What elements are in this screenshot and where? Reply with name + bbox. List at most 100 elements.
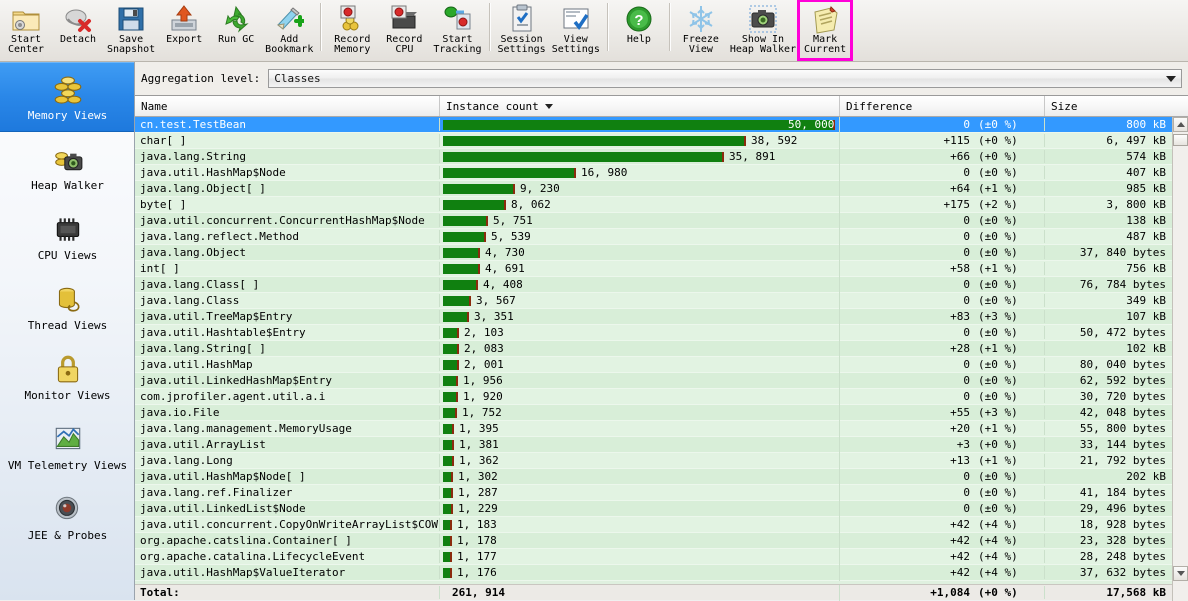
difference-value: +115: [943, 134, 971, 147]
difference-percent: (±0 %): [978, 486, 1018, 499]
cell-class-name: java.lang.Long: [135, 454, 440, 467]
cell-class-name: java.lang.management.MemoryUsage: [135, 422, 440, 435]
toolbar-button-start-tracking[interactable]: Start Tracking: [430, 1, 484, 59]
instance-count-value: 4, 730: [485, 245, 525, 259]
sidebar-item-cpu-views[interactable]: CPU Views: [0, 202, 134, 272]
difference-value: +42: [950, 534, 970, 547]
table-row[interactable]: java.util.HashMap$ValueIterator 1, 176 +42…: [135, 564, 1172, 581]
cell-instance-count: 16, 980: [440, 164, 840, 181]
toolbar-button-start-center[interactable]: Start Center: [0, 1, 52, 59]
table-row[interactable]: java.util.HashMap$Node 16, 980 0 (±0 %) 407 …: [135, 164, 1172, 181]
table-row[interactable]: java.util.ArrayList 1, 381 +3 (+0 %) 33, 144…: [135, 436, 1172, 453]
toolbar-button-freeze-view[interactable]: Freeze View: [675, 1, 727, 59]
toolbar-button-detach[interactable]: Detach: [52, 1, 104, 59]
difference-percent: (+1 %): [978, 454, 1018, 467]
table-row[interactable]: cn.test.TestBean 50, 000 0 (±0 %) 800 kB: [135, 117, 1172, 133]
table-row[interactable]: int[ ] 4, 691 +58 (+1 %) 756 kB: [135, 260, 1172, 277]
column-header-diff[interactable]: Difference: [840, 96, 1045, 116]
table-row[interactable]: java.util.HashMap 2, 001 0 (±0 %) 80, 040 by…: [135, 356, 1172, 373]
table-row[interactable]: java.lang.ref.Finalizer 1, 287 0 (±0 %) 41, …: [135, 484, 1172, 501]
table-row[interactable]: java.util.concurrent.ConcurrentHashMap$N…: [135, 212, 1172, 229]
toolbar-button-export[interactable]: Export: [158, 1, 210, 59]
vertical-scrollbar[interactable]: [1172, 117, 1188, 601]
aggregation-level-select[interactable]: Classes: [268, 69, 1182, 88]
toolbar-separator: [606, 3, 609, 51]
table-row[interactable]: java.util.concurrent.CopyOnWriteArrayLis…: [135, 516, 1172, 533]
difference-percent: (+2 %): [978, 198, 1018, 211]
instance-count-value: 2, 001: [464, 357, 504, 371]
table-row[interactable]: java.lang.String[ ] 2, 083 +28 (+1 %) 102 kB: [135, 340, 1172, 357]
cell-instance-count: 4, 408: [440, 276, 840, 293]
table-row[interactable]: byte[ ] 8, 062 +175 (+2 %) 3, 800 kB: [135, 196, 1172, 213]
table-row[interactable]: java.lang.management.MemoryUsage 1, 395 +2…: [135, 420, 1172, 437]
sidebar-item-monitor-views[interactable]: Monitor Views: [0, 342, 134, 412]
scroll-up-button[interactable]: [1173, 117, 1188, 132]
cell-instance-count: 1, 395: [440, 420, 840, 437]
cell-instance-count: 1, 381: [440, 436, 840, 453]
column-header-name[interactable]: Name: [135, 96, 440, 116]
table-row[interactable]: java.util.LinkedHashMap$Entry 1, 956 0 (±0 …: [135, 372, 1172, 389]
toolbar-button-record-cpu[interactable]: Record CPU: [378, 1, 430, 59]
cell-class-name: java.lang.reflect.Method: [135, 230, 440, 243]
cell-class-name: java.util.LinkedHashMap$Entry: [135, 374, 440, 387]
table-row[interactable]: java.util.Hashtable$Entry 2, 103 0 (±0 %) 50…: [135, 324, 1172, 341]
sidebar-item-label: JEE & Probes: [27, 528, 108, 542]
cell-instance-count: 1, 920: [440, 388, 840, 405]
sidebar-item-memory-views[interactable]: Memory Views: [0, 62, 134, 132]
toolbar-button-add-bookmark[interactable]: Add Bookmark: [262, 1, 316, 59]
sidebar-item-vm-telemetry-views[interactable]: VM Telemetry Views: [0, 412, 134, 482]
difference-value: +64: [950, 182, 970, 195]
toolbar-button-view-settings[interactable]: View Settings: [549, 1, 603, 59]
toolbar-button-run-gc[interactable]: Run GC: [210, 1, 262, 59]
sort-desc-icon: [544, 103, 553, 109]
table-row[interactable]: java.io.File 1, 752 +55 (+3 %) 42, 048 bytes: [135, 404, 1172, 421]
instance-count-bar: [443, 375, 458, 386]
table-row[interactable]: java.lang.Long 1, 362 +13 (+1 %) 21, 792 byt…: [135, 452, 1172, 469]
table-row[interactable]: java.lang.reflect.Method 5, 539 0 (±0 %) 487…: [135, 228, 1172, 245]
instance-count-bar: [443, 215, 488, 226]
total-label: Total:: [135, 586, 440, 599]
table-row[interactable]: org.apache.catslina.Container[ ] 1, 178 +4…: [135, 532, 1172, 549]
toolbar-button-session-settings[interactable]: Session Settings: [495, 1, 549, 59]
scroll-down-button[interactable]: [1173, 566, 1188, 581]
table-row[interactable]: java.util.LinkedList$Node 1, 229 0 (±0 %) 29…: [135, 500, 1172, 517]
svg-text:?: ?: [634, 13, 643, 30]
column-header-count[interactable]: Instance count: [440, 96, 840, 116]
table-row[interactable]: java.lang.String 35, 891 +66 (+0 %) 574 kB: [135, 148, 1172, 165]
table-row[interactable]: java.lang.Object[ ] 9, 230 +64 (+1 %) 985 kB: [135, 180, 1172, 197]
column-header-size[interactable]: Size: [1045, 96, 1172, 116]
scrollbar-thumb[interactable]: [1173, 134, 1188, 146]
difference-percent: (±0 %): [978, 214, 1018, 227]
table-row[interactable]: com.jprofiler.agent.util.a.i 1, 920 0 (±0 %…: [135, 388, 1172, 405]
toolbar-button-record-memory[interactable]: Record Memory: [326, 1, 378, 59]
sidebar-item-heap-walker[interactable]: Heap Walker: [0, 132, 134, 202]
table-row[interactable]: char[ ] 38, 592 +115 (+0 %) 6, 497 kB: [135, 132, 1172, 149]
instance-count-bar: [443, 295, 471, 306]
sidebar-item-jee-probes[interactable]: JEE & Probes: [0, 482, 134, 552]
cell-difference: +66 (+0 %): [840, 150, 1045, 163]
table-row[interactable]: java.util.TreeMap$Entry 3, 351 +83 (+3 %) 10…: [135, 308, 1172, 325]
toolbar-button-save-snapshot[interactable]: Save Snapshot: [104, 1, 158, 59]
difference-percent: (+4 %): [978, 550, 1018, 563]
table-row[interactable]: java.lang.Object 4, 730 0 (±0 %) 37, 840 byt…: [135, 244, 1172, 261]
instance-count-bar: [443, 311, 469, 322]
difference-value: 0: [963, 214, 970, 227]
toolbar-button-mark-current[interactable]: Mark Current: [797, 0, 854, 61]
instance-count-value: 50, 000: [788, 117, 835, 131]
chevron-up-icon: [1177, 122, 1185, 127]
toolbar-button-show-in-heap-walker[interactable]: Show In Heap Walker: [727, 1, 799, 59]
table-row[interactable]: java.lang.Class[ ] 4, 408 0 (±0 %) 76, 784 b…: [135, 276, 1172, 293]
table-row[interactable]: java.lang.Class 3, 567 0 (±0 %) 349 kB: [135, 292, 1172, 309]
toolbar-button-help[interactable]: ? Help: [613, 1, 665, 59]
cell-instance-count: 50, 000: [440, 117, 840, 133]
difference-percent: (±0 %): [978, 278, 1018, 291]
table-row[interactable]: java.util.HashMap$Node[ ] 1, 302 0 (±0 %) 20…: [135, 468, 1172, 485]
toolbar-separator: [320, 3, 323, 51]
cell-size: 487 kB: [1126, 230, 1166, 243]
cell-difference: +64 (+1 %): [840, 182, 1045, 195]
cell-class-name: java.util.concurrent.CopyOnWriteArrayLis…: [135, 518, 440, 531]
sidebar-item-thread-views[interactable]: Thread Views: [0, 272, 134, 342]
table-row[interactable]: org.apache.catalina.LifecycleEvent 1, 177…: [135, 548, 1172, 565]
aggregation-level-value: Classes: [274, 72, 321, 85]
sidebar-item-label: VM Telemetry Views: [7, 458, 128, 472]
